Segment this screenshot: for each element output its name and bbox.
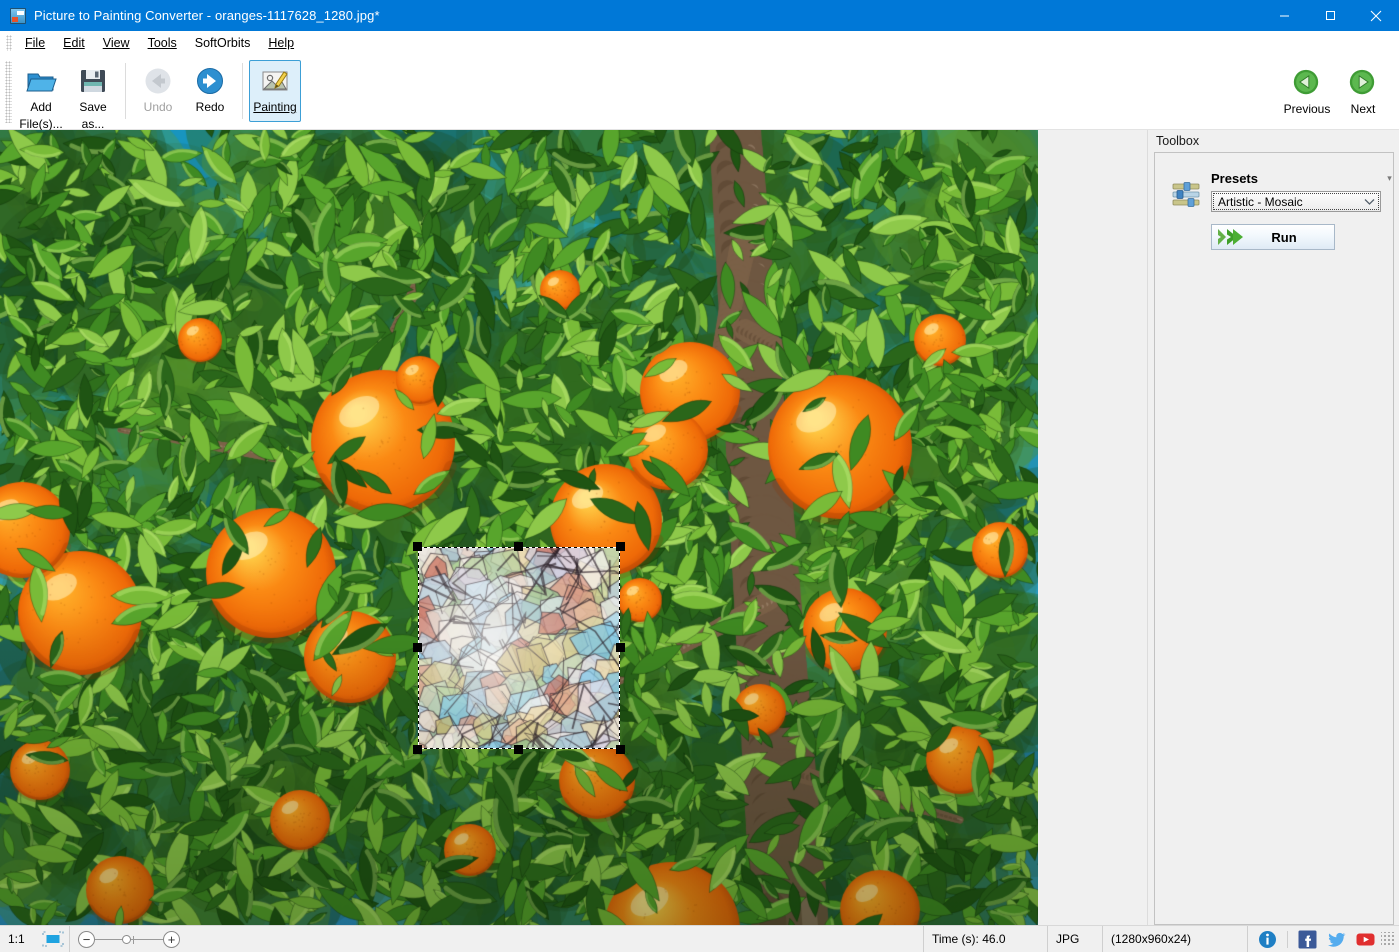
open-folder-icon: [25, 65, 57, 97]
menu-label-tools: Tools: [147, 36, 177, 50]
application-window: Picture to Painting Converter - oranges-…: [0, 0, 1399, 952]
canvas-area[interactable]: [0, 130, 1147, 925]
minimize-button[interactable]: [1261, 0, 1307, 31]
toolbar-separator-2: [242, 63, 243, 119]
toolbar-separator-1: [125, 63, 126, 119]
picture-pencil-icon: [259, 65, 291, 97]
run-button[interactable]: Run: [1211, 224, 1335, 250]
previous-button[interactable]: Previous: [1279, 60, 1335, 120]
menu-item-tools[interactable]: Tools: [139, 33, 186, 53]
sliders-icon: [1171, 179, 1203, 211]
toolbar-grip[interactable]: [5, 61, 12, 123]
resize-handle-sw[interactable]: [413, 745, 422, 754]
zoom-slider-track[interactable]: [95, 934, 163, 944]
save-as-label-1: Save: [79, 100, 107, 114]
menu-label-file: File: [25, 36, 46, 50]
arrow-right-circle-icon: [194, 65, 226, 97]
toolbox-content: Presets Artistic - Mosaic Run: [1154, 152, 1394, 925]
painting-label: Painting: [253, 100, 297, 114]
toolbar: Add File(s)... Save as... Undo Redo Pain…: [0, 55, 1399, 183]
presets-title: Presets: [1211, 171, 1258, 186]
next-button[interactable]: Next: [1335, 60, 1391, 120]
youtube-icon[interactable]: [1356, 930, 1375, 949]
title-bar: Picture to Painting Converter - oranges-…: [0, 0, 1399, 31]
menu-item-view[interactable]: View: [94, 33, 139, 53]
painting-button[interactable]: Painting: [249, 60, 301, 122]
toolbar-overflow-right-icon[interactable]: ▾: [1384, 173, 1395, 184]
zoom-out-button[interactable]: −: [78, 930, 95, 948]
zoom-slider[interactable]: − +: [70, 926, 188, 952]
resize-handle-se[interactable]: [616, 745, 625, 754]
arrow-left-circle-icon: [142, 65, 174, 97]
floppy-disk-icon: [77, 65, 109, 97]
resize-handle-n[interactable]: [514, 542, 523, 551]
status-divider: [1287, 930, 1288, 948]
maximize-button[interactable]: [1307, 0, 1353, 31]
chevron-down-icon[interactable]: [1361, 194, 1378, 209]
toolbar-effects-group: Painting: [249, 55, 301, 129]
next-label: Next: [1350, 102, 1376, 116]
time-status: Time (s): 46.0: [923, 925, 1048, 952]
presets-selected-value: Artistic - Mosaic: [1218, 194, 1303, 209]
resize-handle-nw[interactable]: [413, 542, 422, 551]
redo-button[interactable]: Redo: [184, 60, 236, 122]
twitter-icon[interactable]: [1327, 930, 1346, 949]
presets-section: Presets Artistic - Mosaic Run: [1211, 171, 1393, 250]
green-double-arrow-icon: [1216, 227, 1248, 247]
green-right-arrow-icon: [1347, 67, 1379, 99]
main-body: Toolbox Presets Artistic - Mosaic Run: [0, 130, 1399, 925]
resize-handle-s[interactable]: [514, 745, 523, 754]
status-spacer: [188, 926, 923, 952]
menu-item-edit[interactable]: Edit: [54, 33, 94, 53]
status-bar: 1:1 − + Time (s): 46.0 JPG (1280x960x24): [0, 925, 1399, 952]
image-canvas[interactable]: [0, 130, 1038, 925]
toolbox-panel: Toolbox Presets Artistic - Mosaic Run: [1147, 130, 1399, 925]
fit-to-window-icon: [41, 931, 64, 947]
add-files-button[interactable]: Add File(s)...: [15, 60, 67, 132]
zoom-slider-thumb[interactable]: [122, 934, 135, 944]
previous-label: Previous: [1283, 102, 1331, 116]
menu-label-softorbits: SoftOrbits: [194, 36, 251, 50]
fit-to-window-button[interactable]: [36, 925, 70, 952]
redo-label: Redo: [195, 100, 225, 114]
toolbar-navigation-group: Previous Next: [1270, 55, 1399, 129]
window-title: Picture to Painting Converter - oranges-…: [34, 8, 380, 23]
resize-handle-e[interactable]: [616, 643, 625, 652]
toolbar-history-group: Undo Redo: [132, 55, 236, 129]
save-as-button[interactable]: Save as...: [67, 60, 119, 132]
app-icon: [10, 7, 26, 24]
menu-item-file[interactable]: File: [16, 33, 54, 53]
undo-label: Undo: [143, 100, 173, 114]
menu-item-help[interactable]: Help: [259, 33, 303, 53]
info-icon[interactable]: [1258, 930, 1277, 949]
green-left-arrow-icon: [1291, 67, 1323, 99]
selection-region[interactable]: [413, 542, 625, 754]
window-controls: [1261, 0, 1399, 31]
zoom-ratio-label: 1:1: [8, 932, 25, 946]
toolbar-file-group: Add File(s)... Save as...: [15, 55, 119, 132]
presets-dropdown-focus: Artistic - Mosaic: [1213, 193, 1379, 210]
oranges-photo[interactable]: [0, 130, 1038, 925]
run-label: Run: [1271, 229, 1297, 245]
zoom-in-button[interactable]: +: [163, 930, 180, 948]
resize-handle-ne[interactable]: [616, 542, 625, 551]
format-status: JPG: [1048, 925, 1103, 952]
menu-grip[interactable]: [6, 35, 12, 51]
presets-dropdown[interactable]: Artistic - Mosaic: [1211, 191, 1381, 212]
dimensions-status: (1280x960x24): [1103, 925, 1248, 952]
menu-item-softorbits[interactable]: SoftOrbits: [186, 33, 260, 53]
resize-handle-w[interactable]: [413, 643, 422, 652]
toolbox-header: Toolbox: [1148, 130, 1399, 152]
add-files-label-1: Add: [30, 100, 52, 114]
menu-label-view: View: [102, 36, 130, 50]
facebook-icon[interactable]: [1298, 930, 1317, 949]
menu-label-edit: Edit: [63, 36, 85, 50]
resize-grip[interactable]: [1381, 932, 1395, 946]
undo-button[interactable]: Undo: [132, 60, 184, 122]
menu-bar: File Edit View Tools SoftOrbits Help: [0, 31, 1399, 55]
close-button[interactable]: [1353, 0, 1399, 31]
status-social-icons: [1248, 930, 1375, 949]
menu-label-help: Help: [268, 36, 295, 50]
selection-marching-ants: [418, 547, 620, 749]
